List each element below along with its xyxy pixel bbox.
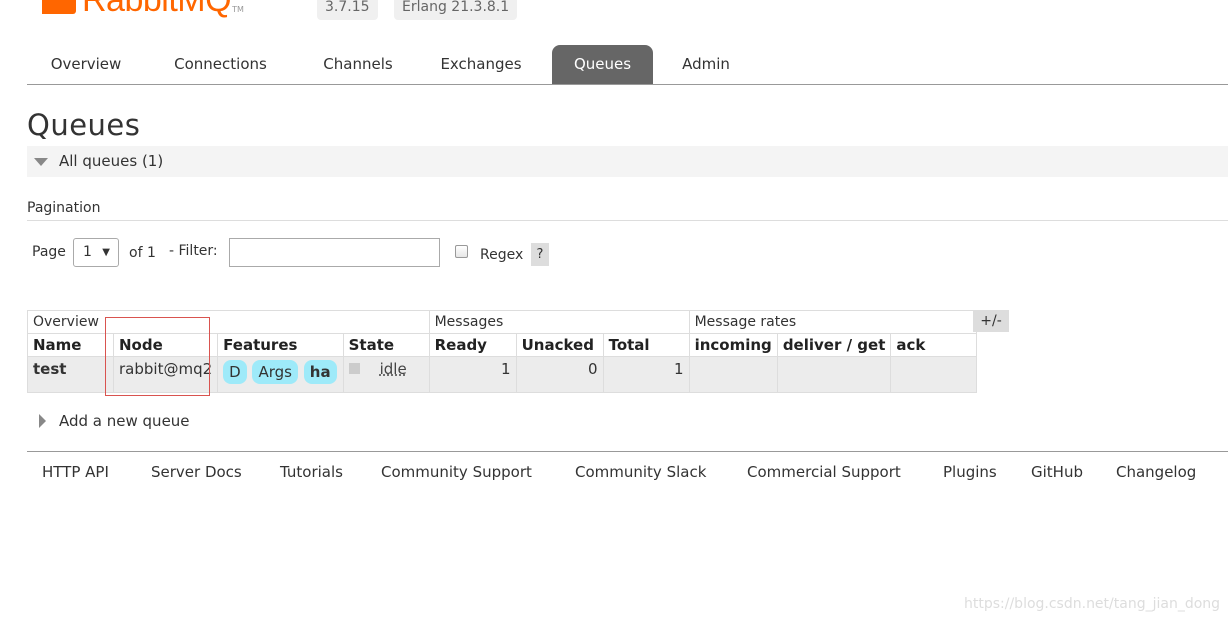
col-ready[interactable]: Ready bbox=[428, 333, 517, 357]
col-ack[interactable]: ack bbox=[890, 333, 978, 357]
queue-node: rabbit@mq2 bbox=[112, 356, 219, 393]
feature-ha-tag: ha bbox=[303, 360, 337, 384]
feature-args-tag: Args bbox=[252, 360, 298, 384]
feature-durable-tag: D bbox=[223, 360, 247, 384]
queue-state: idle bbox=[342, 356, 430, 393]
regex-label: Regex bbox=[480, 247, 524, 263]
queue-name-link[interactable]: test bbox=[27, 356, 114, 393]
logo-text: RabbitMQ bbox=[82, 0, 232, 19]
col-name[interactable]: Name bbox=[27, 333, 114, 357]
footer-link-changelog[interactable]: Changelog bbox=[1116, 463, 1196, 481]
queue-features: D Args ha bbox=[217, 356, 344, 393]
main-nav-tabs: Overview Connections Channels Exchanges … bbox=[27, 45, 1228, 85]
ack-rate bbox=[890, 356, 978, 393]
page-count: of 1 bbox=[129, 245, 156, 261]
page-select[interactable]: 1 ▼ bbox=[73, 238, 119, 267]
group-message-rates: Message rates bbox=[688, 310, 978, 334]
pagination-label: Pagination bbox=[27, 200, 101, 216]
version-badge: 3.7.15 bbox=[317, 0, 378, 20]
tab-exchanges[interactable]: Exchanges bbox=[427, 45, 535, 84]
footer-link-community-support[interactable]: Community Support bbox=[381, 463, 532, 481]
watermark: https://blog.csdn.net/tang_jian_dong bbox=[964, 596, 1221, 612]
footer-link-http-api[interactable]: HTTP API bbox=[42, 463, 109, 481]
footer-link-github[interactable]: GitHub bbox=[1031, 463, 1083, 481]
expand-triangle-icon bbox=[39, 414, 46, 428]
footer-link-community-slack[interactable]: Community Slack bbox=[575, 463, 706, 481]
page-label: Page bbox=[32, 244, 66, 260]
tab-channels[interactable]: Channels bbox=[303, 45, 413, 84]
deliver-get-rate bbox=[776, 356, 892, 393]
col-incoming[interactable]: incoming bbox=[688, 333, 778, 357]
footer-divider bbox=[27, 451, 1228, 452]
all-queues-section-toggle[interactable]: All queues (1) bbox=[27, 146, 1228, 177]
rabbitmq-logo[interactable]: RabbitMQ TM bbox=[42, 0, 244, 19]
tab-queues[interactable]: Queues bbox=[552, 45, 653, 84]
toggle-columns-button[interactable]: +/- bbox=[973, 310, 1009, 332]
page-select-value: 1 bbox=[83, 244, 92, 260]
col-node[interactable]: Node bbox=[112, 333, 219, 357]
group-messages: Messages bbox=[428, 310, 690, 334]
total-count: 1 bbox=[602, 356, 690, 393]
filter-input[interactable] bbox=[229, 238, 440, 267]
table-row[interactable]: test rabbit@mq2 D Args ha idle 1 0 1 bbox=[27, 356, 978, 393]
section-title: All queues (1) bbox=[59, 152, 164, 170]
table-header-row: Name Node Features State Ready Unacked T… bbox=[27, 333, 978, 357]
queues-table: Overview Messages Message rates Name Nod… bbox=[27, 310, 978, 393]
table-group-header-row: Overview Messages Message rates bbox=[27, 310, 978, 334]
regex-help-button[interactable]: ? bbox=[531, 243, 549, 266]
tab-connections[interactable]: Connections bbox=[158, 45, 283, 84]
col-deliver-get[interactable]: deliver / get bbox=[776, 333, 892, 357]
group-overview: Overview bbox=[27, 310, 430, 334]
tab-overview[interactable]: Overview bbox=[27, 45, 145, 84]
footer-link-tutorials[interactable]: Tutorials bbox=[280, 463, 343, 481]
erlang-version-badge: Erlang 21.3.8.1 bbox=[394, 0, 518, 20]
incoming-rate bbox=[688, 356, 778, 393]
dropdown-arrow-icon: ▼ bbox=[102, 247, 110, 258]
tab-admin[interactable]: Admin bbox=[667, 45, 745, 84]
unacked-count: 0 bbox=[515, 356, 604, 393]
filter-label: - Filter: bbox=[169, 243, 218, 259]
regex-checkbox[interactable] bbox=[455, 245, 468, 258]
footer-link-plugins[interactable]: Plugins bbox=[943, 463, 997, 481]
col-total[interactable]: Total bbox=[602, 333, 690, 357]
state-indicator-icon bbox=[348, 363, 360, 374]
logo-trademark: TM bbox=[232, 5, 244, 14]
collapse-triangle-icon bbox=[34, 158, 48, 166]
add-queue-toggle[interactable]: Add a new queue bbox=[59, 412, 190, 430]
rabbitmq-logo-mark bbox=[42, 0, 76, 14]
ready-count: 1 bbox=[428, 356, 517, 393]
col-features[interactable]: Features bbox=[217, 333, 344, 357]
pagination-divider bbox=[27, 220, 1228, 221]
footer-link-server-docs[interactable]: Server Docs bbox=[151, 463, 242, 481]
footer-link-commercial-support[interactable]: Commercial Support bbox=[747, 463, 901, 481]
page-title: Queues bbox=[27, 108, 141, 142]
col-state[interactable]: State bbox=[342, 333, 430, 357]
col-unacked[interactable]: Unacked bbox=[515, 333, 604, 357]
state-label: idle bbox=[379, 360, 407, 378]
